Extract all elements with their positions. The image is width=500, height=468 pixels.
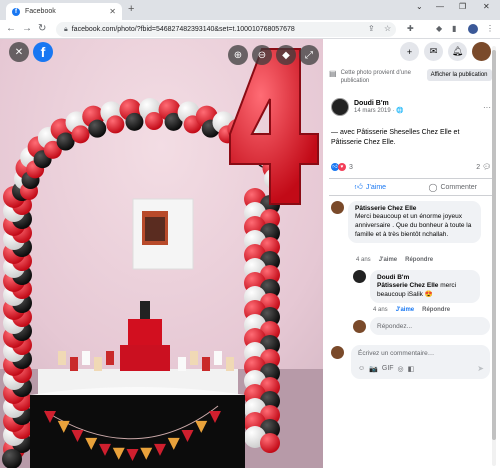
- replier-avatar[interactable]: [353, 270, 366, 283]
- comment-reply-link[interactable]: Répondre: [405, 257, 433, 263]
- panel-header: + ✉ 🔔︎: [323, 39, 500, 65]
- reaction-count: 3: [349, 163, 353, 171]
- replier-name[interactable]: Doudi B'm: [377, 274, 473, 281]
- comment-like-link[interactable]: J'aime: [379, 257, 397, 263]
- sticker-icon[interactable]: ◎: [398, 365, 404, 373]
- commenter-avatar[interactable]: [331, 201, 344, 214]
- post-author: Doudi B'm 14 mars 2019 · 🌐 ···: [331, 98, 491, 116]
- tab-strip: f Facebook ✕ + ⌄ — ❐ ✕: [0, 0, 500, 20]
- reply-text: Pâtisserie Chez Elle merci beaucoup iSal…: [377, 282, 457, 298]
- new-tab-button[interactable]: +: [128, 3, 134, 15]
- comment-actions: 4 ans J'aime Répondre: [356, 257, 433, 263]
- panel-scrollbar[interactable]: [491, 46, 497, 466]
- gif-icon[interactable]: GIF: [382, 365, 394, 373]
- lock-icon: 🔒︎: [64, 25, 68, 33]
- facebook-favicon-icon: f: [12, 7, 20, 16]
- tab-close-icon[interactable]: ✕: [109, 7, 116, 16]
- photo-viewer: ✕ f ⊕ ⊖ ◆ ⤢: [0, 39, 323, 468]
- extension-puzzle-icon[interactable]: ✚: [407, 24, 414, 33]
- comment-age[interactable]: 4 ans: [356, 257, 371, 263]
- side-panel-icon[interactable]: ▮: [452, 24, 456, 33]
- url-text: facebook.com/photo/?fbid=546827482393140…: [71, 26, 295, 33]
- post-date[interactable]: 14 mars 2019 · 🌐: [354, 107, 404, 114]
- reactions-bar[interactable]: 👍︎ ♥ 3 2 💬︎: [331, 163, 491, 171]
- post-actions: 👍︎ J’aime ◯ Commenter: [329, 178, 494, 196]
- post-text: — avec Pâtisserie Sheselles Chez Elle et…: [331, 129, 460, 146]
- love-reaction-icon: ♥: [338, 163, 346, 171]
- author-name[interactable]: Doudi B'm: [354, 100, 404, 107]
- reply-comment: Doudi B'm Pâtisserie Chez Elle merci bea…: [353, 270, 481, 303]
- forward-arrow-icon[interactable]: →: [22, 23, 32, 34]
- comment-input[interactable]: Écrivez un commentaire… ☺ 📷 GIF ◎ ◧ ➤: [351, 345, 490, 379]
- more-options-icon[interactable]: ···: [483, 103, 491, 112]
- camera-icon[interactable]: 📷: [369, 365, 378, 373]
- send-icon[interactable]: ➤: [477, 364, 484, 373]
- back-arrow-icon[interactable]: ←: [6, 23, 16, 34]
- maximize-button[interactable]: ❐: [459, 2, 466, 11]
- comment-button[interactable]: ◯ Commenter: [412, 183, 495, 192]
- account-avatar[interactable]: [472, 42, 491, 61]
- reply-bubble: Doudi B'm Pâtisserie Chez Elle merci bea…: [370, 270, 480, 303]
- like-button[interactable]: 👍︎ J’aime: [329, 182, 412, 192]
- avatar-sticker-icon[interactable]: ◧: [408, 365, 415, 373]
- commenter-name[interactable]: Pâtisserie Chez Elle: [355, 205, 474, 212]
- extensions-icon[interactable]: ◆: [436, 24, 442, 33]
- birthday-photo: [0, 39, 323, 468]
- thumbs-up-icon: 👍︎: [354, 182, 363, 191]
- view-post-button[interactable]: Afficher la publication: [426, 69, 492, 81]
- info-icon: ▤: [329, 69, 337, 78]
- my-avatar: [331, 346, 344, 359]
- mention-link[interactable]: Pâtisserie Chez Elle: [377, 282, 438, 289]
- comment-count[interactable]: 2 💬︎: [476, 163, 491, 171]
- browser-menu-icon[interactable]: ⋮: [486, 24, 494, 33]
- notice-text: Cette photo provient d’une publication: [340, 70, 411, 84]
- post-panel: + ✉ 🔔︎ ▤ Cette photo provient d’une publ…: [323, 39, 500, 468]
- minimize-button[interactable]: —: [436, 2, 444, 11]
- share-icon[interactable]: ⇪: [368, 24, 375, 33]
- browser-tab[interactable]: f Facebook ✕: [6, 3, 122, 20]
- profile-avatar[interactable]: [468, 24, 478, 34]
- comment-text: Merci beaucoup et un énorme joyeux anniv…: [355, 213, 472, 238]
- window-close-button[interactable]: ✕: [483, 2, 490, 11]
- tab-title: Facebook: [25, 8, 56, 15]
- zoom-in-icon[interactable]: ⊕: [228, 45, 248, 65]
- comment-placeholder: Écrivez un commentaire…: [358, 350, 435, 357]
- facebook-logo[interactable]: f: [33, 42, 53, 62]
- author-avatar[interactable]: [331, 98, 349, 116]
- comment-bubble-icon: ◯: [428, 182, 438, 192]
- comment-bubble: Pâtisserie Chez Elle Merci beaucoup et u…: [348, 201, 481, 243]
- bookmark-star-icon[interactable]: ☆: [384, 24, 391, 33]
- zoom-out-icon[interactable]: ⊖: [252, 45, 272, 65]
- comment: Pâtisserie Chez Elle Merci beaucoup et u…: [331, 201, 481, 243]
- reload-icon[interactable]: ↻: [38, 23, 46, 34]
- browser-toolbar: ← → ↻ 🔒︎ facebook.com/photo/?fbid=546827…: [0, 20, 500, 39]
- notifications-bell-icon[interactable]: 🔔︎: [448, 42, 467, 61]
- tab-search-icon[interactable]: ⌄: [416, 2, 423, 11]
- my-avatar: [353, 320, 366, 333]
- source-notice: ▤ Cette photo provient d’une publication…: [329, 69, 494, 85]
- reply-age[interactable]: 4 ans: [373, 307, 388, 313]
- reply-reply-link[interactable]: Répondre: [422, 307, 450, 313]
- create-plus-icon[interactable]: +: [400, 42, 419, 61]
- close-viewer-button[interactable]: ✕: [9, 42, 29, 62]
- address-bar[interactable]: 🔒︎ facebook.com/photo/?fbid=546827482393…: [56, 22, 396, 37]
- messenger-icon[interactable]: ✉: [424, 42, 443, 61]
- emoji-icon[interactable]: ☺: [358, 365, 365, 373]
- reply-actions: 4 ans J'aime Répondre: [373, 307, 450, 313]
- reply-like-link[interactable]: J'aime: [396, 307, 414, 313]
- reply-input[interactable]: Répondez...: [370, 317, 490, 335]
- fullscreen-icon[interactable]: ⤢: [299, 45, 319, 65]
- tag-icon[interactable]: ◆: [276, 45, 296, 65]
- comment-tools: ☺ 📷 GIF ◎ ◧: [358, 365, 414, 373]
